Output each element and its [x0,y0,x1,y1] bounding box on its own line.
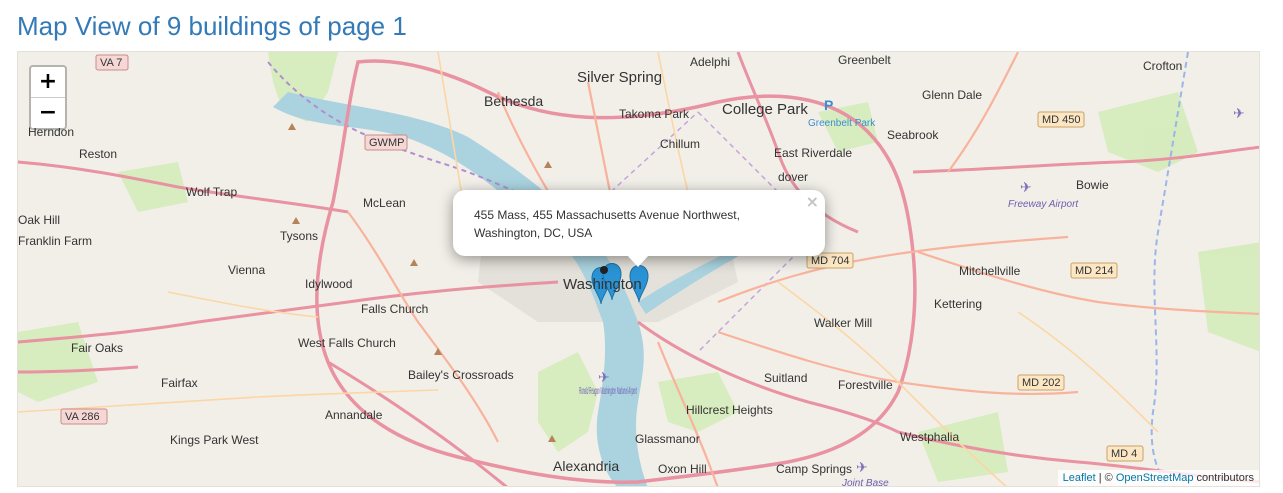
motorway-267 [18,160,349,214]
route-shield-label: MD 450 [1042,114,1081,126]
place-label-reston: Reston [79,147,117,161]
map-container[interactable]: ✈ ✈ ✈ ✈ P Silver Spring Bethesda College… [17,51,1260,487]
peak-icon [410,259,418,266]
place-label-falls-church: Falls Church [361,302,428,316]
peak-icon [292,217,300,224]
route-shield-label: VA 286 [65,411,100,423]
airport-icon: ✈ [1233,105,1245,121]
place-label-landover: dover [778,170,808,184]
place-label-baileys-crossroads: Bailey's Crossroads [408,368,514,382]
place-label-crofton: Crofton [1143,59,1182,73]
place-label-chillum: Chillum [660,137,700,151]
map-tiles[interactable]: ✈ ✈ ✈ ✈ P Silver Spring Bethesda College… [18,52,1260,487]
road-123 [167,291,319,318]
place-label-suitland: Suitland [764,371,807,385]
route-shield-label: MD 214 [1075,265,1114,277]
place-label-east-riverdale: East Riverdale [774,146,852,160]
route-shield-label: MD 202 [1022,377,1061,389]
attribution-separator: | © [1095,472,1116,484]
place-label-idylwood: Idylwood [305,277,352,291]
place-label-wolf-trap: Wolf Trap [186,185,237,199]
place-label-bethesda: Bethesda [484,93,543,109]
park-area [658,372,738,432]
peak-icon [288,123,296,130]
place-label-tysons: Tysons [280,229,318,243]
map-attribution: Leaflet | © OpenStreetMap contributors [1057,470,1259,486]
place-label-westphalia: Westphalia [900,430,959,444]
place-label-vienna: Vienna [228,263,265,277]
road-md193 [947,52,1019,173]
place-label-mclean: McLean [363,196,406,210]
road-md202 [1017,311,1159,433]
place-label-bowie: Bowie [1076,178,1109,192]
leaflet-link[interactable]: Leaflet [1063,472,1096,484]
page-title: Map View of 9 buildings of page 1 [17,11,407,41]
peak-icon [544,161,552,168]
airport-icon: ✈ [598,369,610,385]
place-label-oak-hill: Oak Hill [18,213,60,227]
route-shield-label: VA 7 [100,57,122,69]
motorway-i66 [18,280,559,344]
place-label-glenn-dale: Glenn Dale [922,88,982,102]
zoom-control: + − [29,65,67,130]
park-area [1198,242,1259,352]
park-area [18,322,98,402]
place-label-greenbelt: Greenbelt [838,53,891,67]
place-label-annandale: Annandale [325,408,383,422]
popup-tip [627,255,649,267]
route-shield-label: MD 4 [1111,448,1137,460]
place-label-kings-park-west: Kings Park West [170,433,259,447]
place-label-camp-springs: Camp Springs [776,462,852,476]
place-label-seabrook: Seabrook [887,128,939,142]
attribution-suffix: contributors [1193,472,1254,484]
place-label-joint-base: Joint Base [841,478,889,487]
popup-text: 455 Mass, 455 Massachusetts Avenue North… [474,208,740,240]
place-label-greenbelt-park: Greenbelt Park [808,118,876,129]
place-label-alexandria: Alexandria [553,458,619,474]
place-label-silver-spring: Silver Spring [577,69,662,86]
zoom-in-button[interactable]: + [31,67,65,97]
place-label-franklin-farm: Franklin Farm [18,234,92,248]
marker-popup: 455 Mass, 455 Massachusetts Avenue North… [453,190,825,256]
svg-text:Ronald Reagan Washington Natio: Ronald Reagan Washington National Airpor… [579,386,637,397]
airport-icon: ✈ [856,459,868,475]
place-label-takoma-park: Takoma Park [619,107,690,121]
place-label-forestville: Forestville [838,378,893,392]
place-label-oxon-hill: Oxon Hill [658,462,707,476]
place-label-adelphi: Adelphi [690,55,730,69]
place-label-fair-oaks: Fair Oaks [71,341,123,355]
route-shield-label: MD 704 [811,255,850,267]
route-shield-label: GWMP [369,137,404,149]
place-label-west-falls-church: West Falls Church [298,336,396,350]
map-marker-dot [600,266,608,274]
place-label-walker-mill: Walker Mill [814,316,872,330]
place-label-hillcrest-heights: Hillcrest Heights [686,403,773,417]
place-label-kettering: Kettering [934,297,982,311]
road-ny-ave [657,52,689,193]
motorway-us50 [912,145,1259,174]
place-label-college-park: College Park [722,101,808,118]
place-label-fairfax: Fairfax [161,376,198,390]
place-label-reagan-airport: Ronald Reagan Washington National Airpor… [579,386,637,397]
popup-close-button[interactable]: × [806,192,819,211]
zoom-out-button[interactable]: − [31,97,65,128]
place-label-freeway-airport: Freeway Airport [1008,199,1079,210]
place-label-mitchellville: Mitchellville [959,264,1021,278]
airport-icon: ✈ [1020,179,1032,195]
place-label-glassmanor: Glassmanor [635,432,700,446]
park-area [538,352,598,452]
place-label-washington: Washington [563,276,642,293]
parking-icon: P [824,97,833,113]
osm-link[interactable]: OpenStreetMap [1116,472,1194,484]
